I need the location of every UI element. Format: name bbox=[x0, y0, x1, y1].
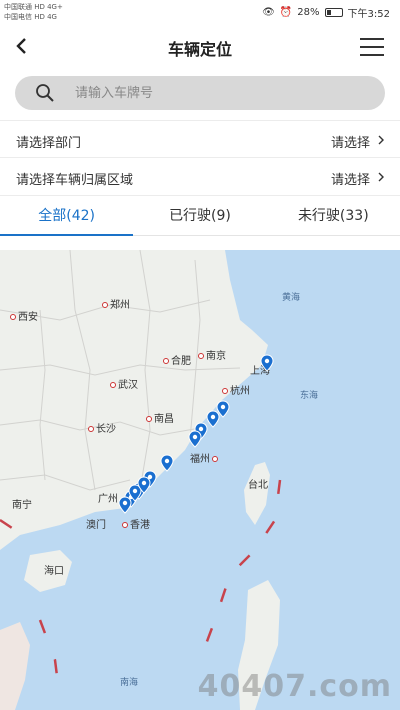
city-label: 广州 bbox=[98, 494, 118, 505]
region-select-value: 请选择 bbox=[330, 173, 370, 188]
status-bar: 中国联通 HD 4G+ 中国电信 HD 4G 👁 ⏰ 28% 下午3:52 bbox=[0, 0, 400, 26]
tab-driven[interactable]: 已行驶(9) bbox=[133, 200, 266, 235]
watermark: 40407.com bbox=[197, 669, 392, 704]
alarm-icon: ⏰ bbox=[279, 7, 293, 18]
search-bar bbox=[15, 76, 385, 110]
menu-icon-line bbox=[360, 38, 384, 40]
vehicle-pin-icon[interactable] bbox=[188, 430, 202, 448]
chevron-right-icon bbox=[378, 135, 384, 145]
city-label: 福州 bbox=[190, 450, 220, 465]
menu-button[interactable] bbox=[360, 38, 384, 56]
department-select-row[interactable]: 请选择部门 请选择 bbox=[0, 120, 400, 158]
eye-icon: 👁 bbox=[262, 7, 275, 18]
city-label: 武汉 bbox=[110, 376, 138, 391]
region-select-row[interactable]: 请选择车辆归属区域 请选择 bbox=[0, 158, 400, 196]
map-basemap bbox=[0, 250, 400, 710]
sea-label: 南海 bbox=[120, 678, 139, 688]
region-select-label: 请选择车辆归属区域 bbox=[16, 173, 134, 188]
header: 车辆定位 bbox=[0, 26, 400, 66]
page-title: 车辆定位 bbox=[167, 40, 232, 59]
city-label: 海口 bbox=[44, 566, 64, 577]
battery-text: 28% bbox=[297, 7, 320, 18]
vehicle-pin-icon[interactable] bbox=[160, 454, 174, 472]
map-view[interactable]: 黄海 东海 南海 郑州 西安 合肥 南京 上海 武汉 杭州 南昌 长沙 福州 台… bbox=[0, 250, 400, 710]
vehicle-pin-icon[interactable] bbox=[260, 354, 274, 372]
city-label: 杭州 bbox=[222, 382, 250, 397]
sea-label: 东海 bbox=[300, 391, 319, 401]
vehicle-pin-icon[interactable] bbox=[137, 476, 151, 494]
city-label: 香港 bbox=[122, 516, 150, 531]
status-icons: 👁 ⏰ 28% 下午3:52 bbox=[262, 5, 390, 20]
tab-not-driven[interactable]: 未行驶(33) bbox=[267, 200, 400, 235]
city-label: 长沙 bbox=[88, 420, 116, 435]
menu-icon-line bbox=[360, 46, 384, 48]
chevron-right-icon bbox=[378, 172, 384, 182]
search-input[interactable] bbox=[75, 76, 365, 110]
menu-icon-line bbox=[360, 54, 384, 56]
clock: 下午3:52 bbox=[347, 9, 390, 20]
city-label: 澳门 bbox=[86, 520, 106, 531]
department-select-value: 请选择 bbox=[330, 136, 370, 151]
vehicle-tabs: 全部(42) 已行驶(9) 未行驶(33) bbox=[0, 200, 400, 236]
battery-icon bbox=[324, 8, 343, 17]
vehicle-pin-icon[interactable] bbox=[206, 410, 220, 428]
carrier-2: 中国电信 HD 4G bbox=[4, 13, 57, 21]
search-icon bbox=[36, 84, 54, 102]
department-select-label: 请选择部门 bbox=[16, 136, 82, 151]
sea-label: 黄海 bbox=[282, 293, 301, 303]
city-label: 合肥 bbox=[163, 352, 191, 367]
city-label: 南昌 bbox=[146, 410, 174, 425]
city-label: 台北 bbox=[248, 480, 268, 491]
city-label: 南京 bbox=[198, 347, 226, 362]
city-label: 南宁 bbox=[12, 500, 32, 511]
carrier-1: 中国联通 HD 4G+ bbox=[4, 3, 63, 11]
city-label: 西安 bbox=[10, 308, 38, 323]
city-label: 郑州 bbox=[102, 296, 130, 311]
tab-all[interactable]: 全部(42) bbox=[0, 200, 134, 236]
